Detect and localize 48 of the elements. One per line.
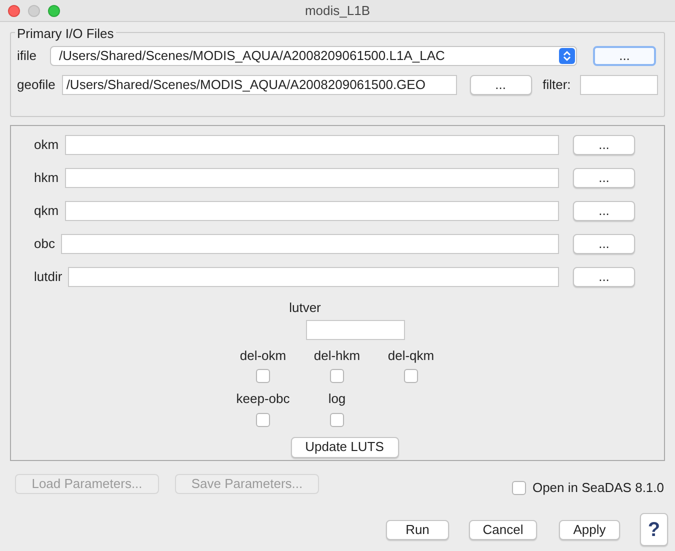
checkbox[interactable] (330, 412, 344, 426)
field-label: qkm (34, 202, 59, 220)
text-field[interactable] (60, 234, 559, 254)
checkbox[interactable] (330, 369, 344, 383)
field-label: lutver (289, 299, 321, 317)
zoom-button[interactable] (48, 5, 60, 17)
field-label: lutdir (34, 268, 62, 286)
field-label: hkm (34, 169, 59, 188)
text-field[interactable]: /Users/Shared/Scenes/MODIS_AQUA/A2008209061500.GEO (62, 75, 457, 95)
field-label: obc (34, 235, 55, 254)
text-field[interactable] (68, 267, 559, 287)
field-label: ifile (17, 47, 38, 66)
text-field[interactable] (64, 201, 559, 221)
cancel-button[interactable]: Cancel (469, 520, 537, 540)
stepper-icon (559, 48, 575, 64)
text-field[interactable] (306, 320, 404, 340)
browse-button[interactable]: ... (573, 234, 635, 254)
help-button[interactable]: ? (640, 513, 668, 546)
checkbox-label: del-qkm (388, 346, 434, 365)
apply-button[interactable]: Apply (559, 520, 620, 540)
browse-button[interactable]: ... (573, 267, 635, 287)
update-luts-button[interactable]: Update LUTS (290, 436, 398, 458)
checkbox[interactable] (256, 412, 270, 426)
checkbox-label: keep-obc (236, 390, 290, 408)
combo-value: /Users/Shared/Scenes/MODIS_AQUA/A2008209061500.L1A_LAC (59, 47, 445, 65)
text-field[interactable] (580, 75, 658, 95)
checkbox[interactable] (512, 481, 526, 495)
checkbox-label: log (328, 390, 346, 408)
browse-button[interactable]: ... (470, 75, 532, 95)
text-field[interactable] (64, 168, 559, 188)
checkbox-label: del-okm (240, 346, 286, 364)
window-title: modis_L1B (304, 2, 370, 20)
close-button[interactable] (8, 5, 20, 17)
checkbox[interactable] (256, 369, 270, 383)
run-button[interactable]: Run (386, 520, 449, 540)
text-field[interactable] (64, 135, 559, 155)
checkbox-label: del-hkm (314, 346, 360, 364)
field-label: geofile (17, 76, 56, 94)
browse-button[interactable]: ... (593, 46, 656, 66)
field-label: okm (34, 136, 59, 154)
field-label: filter: (542, 76, 572, 94)
browse-button[interactable]: ... (573, 201, 635, 221)
browse-button[interactable]: ... (573, 135, 635, 155)
minimize-button[interactable] (28, 5, 40, 17)
browse-button[interactable]: ... (573, 168, 635, 188)
checkbox-label: Open in SeaDAS 8.1.0 (532, 479, 664, 498)
file-combo-box[interactable]: /Users/Shared/Scenes/MODIS_AQUA/A2008209061500.L1A_LAC (50, 46, 577, 66)
checkbox[interactable] (404, 369, 418, 383)
